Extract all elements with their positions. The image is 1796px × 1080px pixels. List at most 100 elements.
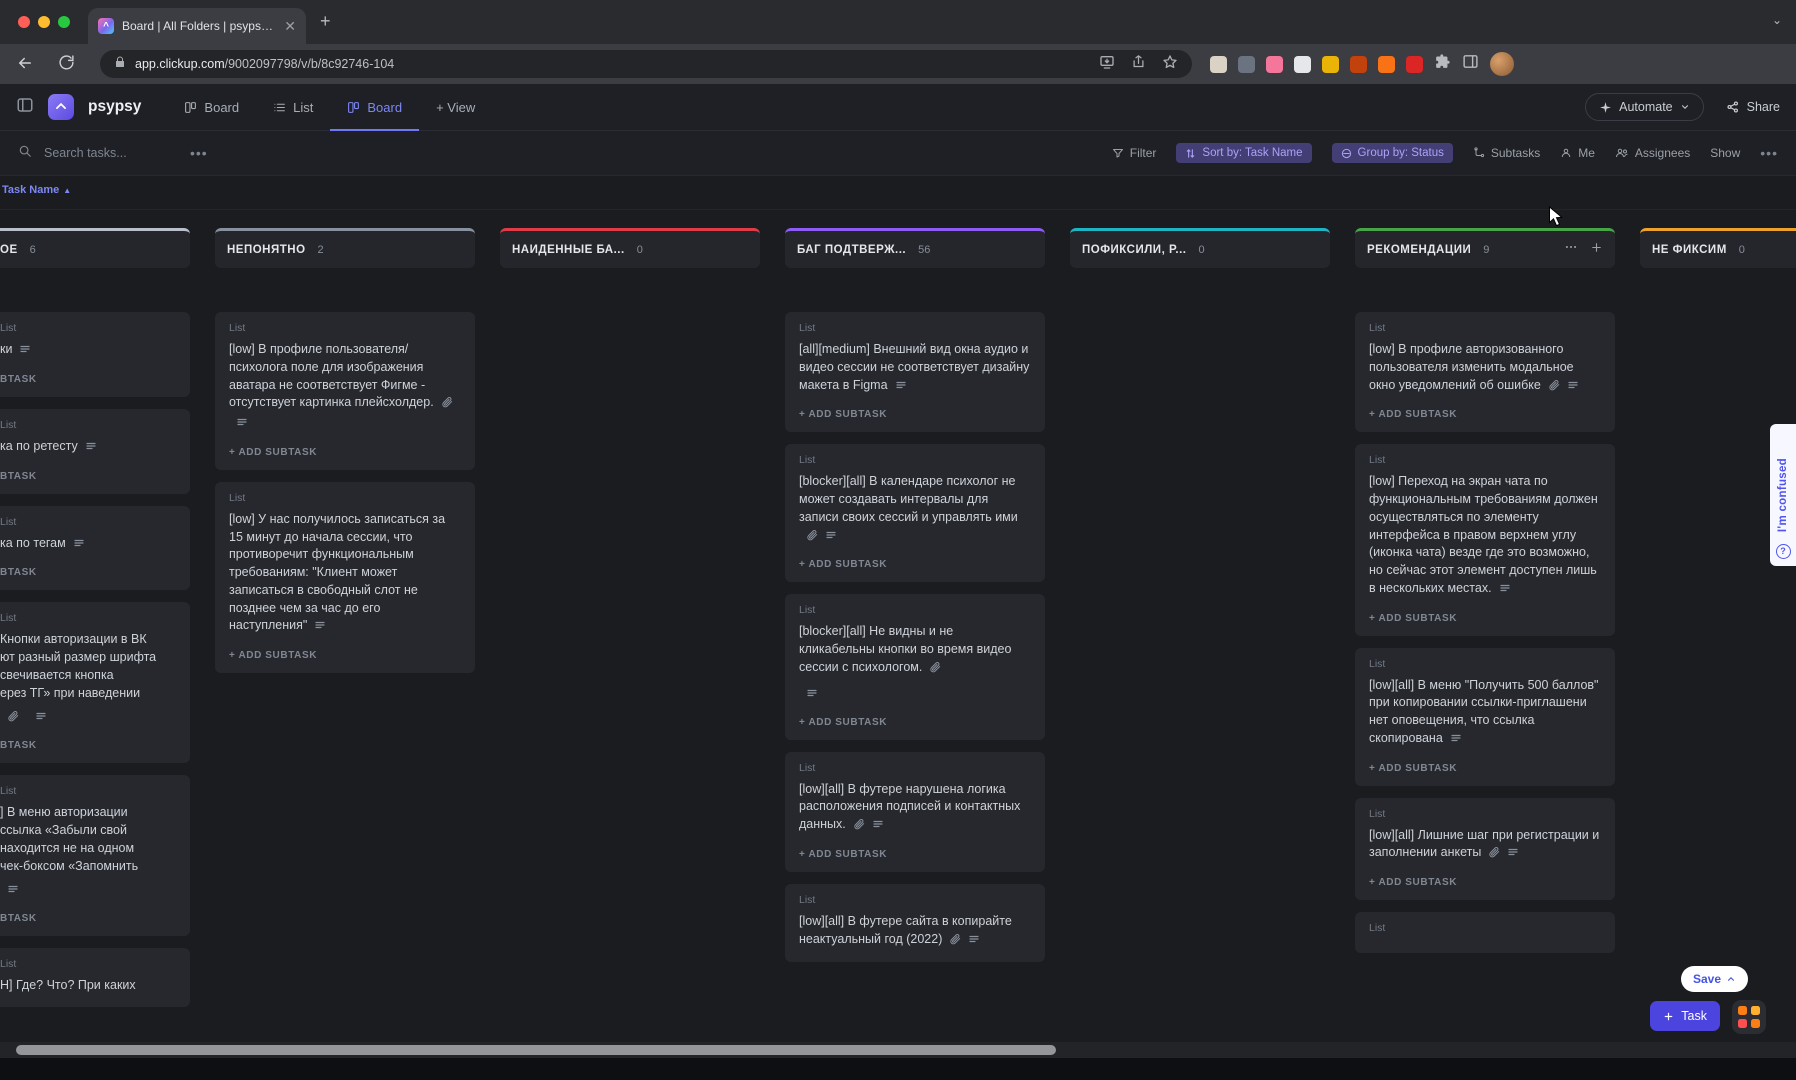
task-card[interactable]: List ки BTASK: [0, 312, 190, 397]
toolbar-more-icon[interactable]: •••: [1760, 145, 1778, 161]
automate-button[interactable]: Automate: [1585, 93, 1704, 121]
column-more-icon[interactable]: [1564, 240, 1578, 259]
me-filter-button[interactable]: Me: [1560, 146, 1595, 160]
view-tab-board-required[interactable]: Board: [167, 84, 256, 131]
add-subtask-button[interactable]: + ADD SUBTASK: [799, 559, 1031, 570]
description-icon: [73, 537, 85, 555]
workspace-logo[interactable]: [48, 94, 74, 120]
address-bar[interactable]: app.clickup.com/9002097798/v/b/8c92746-1…: [100, 50, 1192, 78]
filter-button[interactable]: Filter: [1112, 146, 1156, 160]
add-subtask-button[interactable]: + ADD SUBTASK: [799, 849, 1031, 860]
side-panel-icon[interactable]: [1462, 53, 1479, 75]
task-card[interactable]: List [low][all] В футере нарушена логика …: [785, 751, 1045, 872]
extension-icon[interactable]: [1266, 55, 1283, 73]
browser-tab[interactable]: ^ Board | All Folders | psypsy.onl ✕: [88, 8, 306, 44]
column-header[interactable]: НАЙДЕННЫЕ БА... 0: [500, 228, 760, 268]
sort-row: Task Name ▲: [0, 176, 1796, 210]
workspace-name[interactable]: psypsy: [88, 98, 141, 116]
group-by-pill[interactable]: Group by: Status: [1331, 143, 1453, 163]
task-card[interactable]: List [low][all] Лишние шаг при регистраци…: [1355, 797, 1615, 900]
add-subtask-button[interactable]: + ADD SUBTASK: [799, 717, 1031, 728]
column-title: НЕ ФИКСИМ: [1652, 243, 1727, 256]
task-card[interactable]: List [low] Переход на экран чата по функц…: [1355, 444, 1615, 636]
task-card[interactable]: List [blocker][all] В календаре психолог …: [785, 444, 1045, 583]
assignees-button[interactable]: Assignees: [1615, 146, 1690, 160]
add-subtask-button[interactable]: + ADD SUBTASK: [1369, 763, 1601, 774]
sort-by-pill[interactable]: Sort by: Task Name: [1176, 143, 1312, 163]
profile-avatar[interactable]: [1490, 52, 1514, 76]
add-subtask-button[interactable]: + ADD SUBTASK: [799, 409, 1031, 420]
sort-ascending-icon: ▲: [63, 185, 72, 195]
subtasks-button[interactable]: Subtasks: [1473, 146, 1540, 160]
add-subtask-button[interactable]: + ADD SUBTASK: [1369, 613, 1601, 624]
column-header[interactable]: НЕ ФИКСИМ 0: [1640, 228, 1796, 268]
task-card[interactable]: List ка по тегам BTASK: [0, 505, 190, 591]
search-more-icon[interactable]: •••: [190, 145, 208, 161]
description-icon: [806, 686, 818, 704]
add-view-button[interactable]: + View: [419, 84, 492, 131]
column-header[interactable]: ПОФИКСИЛИ, Р... 0: [1070, 228, 1330, 268]
window-zoom-button[interactable]: [58, 16, 70, 28]
column-cards: List [low] В профиле авторизованного поль…: [1355, 312, 1615, 953]
install-icon[interactable]: [1099, 54, 1115, 75]
scrollbar-thumb[interactable]: [16, 1045, 1056, 1055]
add-subtask-button[interactable]: BTASK: [0, 374, 176, 385]
quick-apps-button[interactable]: [1732, 1000, 1766, 1034]
add-task-button[interactable]: Task: [1650, 1001, 1720, 1031]
task-card[interactable]: List [low][all] В футере сайта в копирайт…: [785, 883, 1045, 963]
task-card[interactable]: List [low] У нас получилось записаться за…: [215, 481, 475, 673]
horizontal-scrollbar[interactable]: [0, 1042, 1796, 1058]
extension-icon[interactable]: [1406, 55, 1423, 73]
view-tab-board-active[interactable]: Board: [330, 84, 419, 131]
add-subtask-button[interactable]: BTASK: [0, 567, 176, 578]
extension-icon[interactable]: [1350, 55, 1367, 73]
bookmark-star-icon[interactable]: [1162, 54, 1178, 75]
add-subtask-button[interactable]: BTASK: [0, 740, 176, 751]
new-tab-button[interactable]: +: [320, 11, 331, 32]
add-subtask-button[interactable]: BTASK: [0, 913, 176, 924]
add-subtask-button[interactable]: BTASK: [0, 471, 176, 482]
column-header[interactable]: БАГ ПОДТВЕРЖ... 56: [785, 228, 1045, 268]
task-card[interactable]: List] В меню авторизации ссылка «Забыли с…: [0, 775, 190, 937]
extension-icon[interactable]: [1294, 55, 1311, 73]
task-card[interactable]: List Н] Где? Что? При каких: [0, 948, 190, 1007]
column-header[interactable]: ОЕ 6: [0, 228, 190, 268]
description-icon: [236, 416, 248, 434]
save-button[interactable]: Save: [1680, 966, 1748, 992]
sort-chip[interactable]: Task Name ▲: [2, 184, 71, 196]
tab-close-icon[interactable]: ✕: [284, 19, 296, 33]
column-title: БАГ ПОДТВЕРЖ...: [797, 243, 907, 256]
tab-search-chevron-icon[interactable]: ⌄: [1772, 13, 1782, 27]
window-close-button[interactable]: [18, 16, 30, 28]
view-tab-list[interactable]: List: [256, 84, 330, 131]
back-icon[interactable]: [16, 54, 34, 77]
sidebar-toggle-icon[interactable]: [16, 96, 34, 119]
column-header[interactable]: РЕКОМЕНДАЦИИ 9: [1355, 228, 1615, 268]
share-page-icon[interactable]: [1131, 54, 1146, 74]
reload-icon[interactable]: [58, 54, 75, 76]
task-card[interactable]: List [low] В профиле пользователя/психоло…: [215, 312, 475, 470]
column-add-task-icon[interactable]: [1590, 241, 1603, 259]
search-input[interactable]: [42, 145, 176, 161]
column-header[interactable]: НЕПОНЯТНО 2: [215, 228, 475, 268]
task-card[interactable]: List [low][all] В меню "Получить 500 балл…: [1355, 647, 1615, 786]
add-subtask-button[interactable]: + ADD SUBTASK: [229, 650, 461, 661]
task-card[interactable]: List [all][medium] Внешний вид окна аудио…: [785, 312, 1045, 433]
extension-icon[interactable]: [1238, 55, 1255, 73]
show-button[interactable]: Show: [1710, 146, 1740, 160]
window-minimize-button[interactable]: [38, 16, 50, 28]
task-card[interactable]: List ка по ретесту BTASK: [0, 408, 190, 494]
share-button[interactable]: Share: [1726, 100, 1780, 114]
extension-icon[interactable]: [1322, 55, 1339, 73]
puzzle-icon[interactable]: [1434, 53, 1451, 75]
task-card[interactable]: List Кнопки авторизации в ВК ют разный раз…: [0, 602, 190, 764]
extension-icon[interactable]: [1210, 55, 1227, 73]
add-subtask-button[interactable]: + ADD SUBTASK: [1369, 409, 1601, 420]
task-card[interactable]: List [blocker][all] Не видны и не кликабе…: [785, 594, 1045, 740]
feedback-button[interactable]: I'm confused ?: [1770, 424, 1796, 566]
extension-icon[interactable]: [1378, 55, 1395, 73]
task-card[interactable]: List: [1355, 912, 1615, 953]
add-subtask-button[interactable]: + ADD SUBTASK: [229, 447, 461, 458]
add-subtask-button[interactable]: + ADD SUBTASK: [1369, 877, 1601, 888]
task-card[interactable]: List [low] В профиле авторизованного поль…: [1355, 312, 1615, 433]
